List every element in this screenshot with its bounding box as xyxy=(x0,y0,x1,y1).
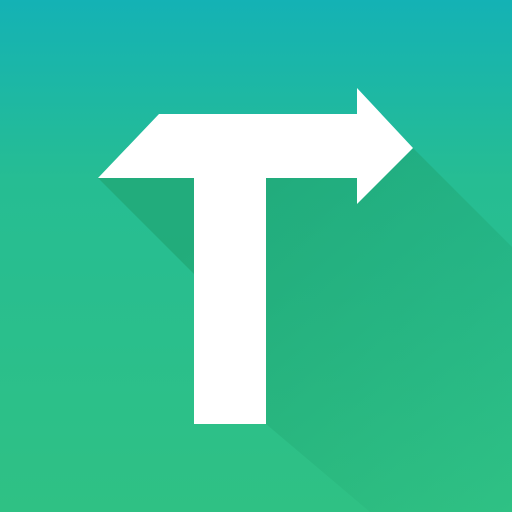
app-icon-canvas xyxy=(0,0,512,512)
app-icon xyxy=(0,0,512,512)
